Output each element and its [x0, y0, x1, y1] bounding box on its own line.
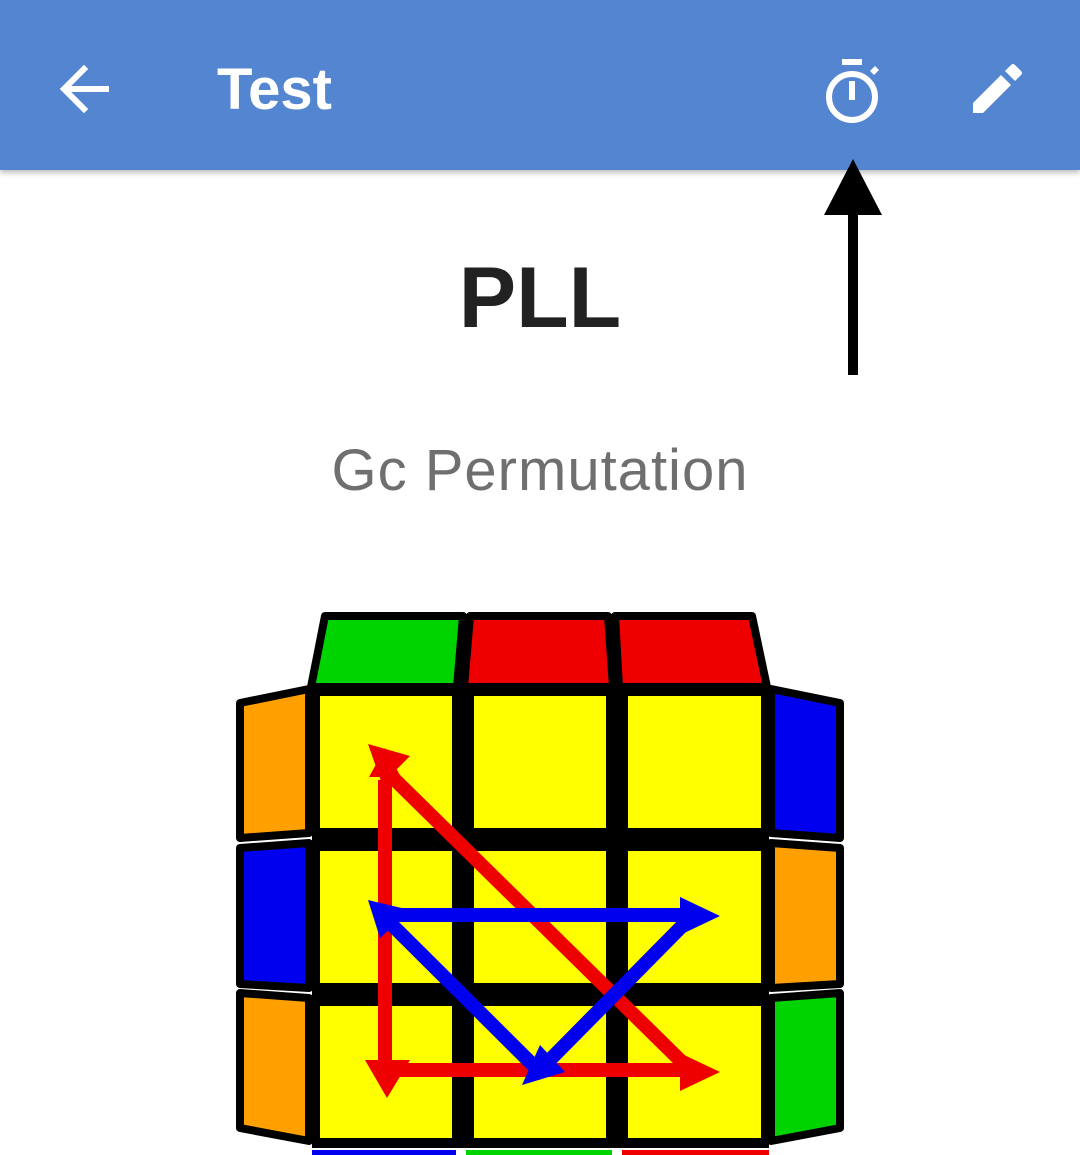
- sticker-face-3: [628, 696, 761, 828]
- arrow-back-icon: [59, 64, 109, 114]
- sticker-face-2: [474, 696, 606, 828]
- pencil-icon: [973, 64, 1022, 113]
- sticker-top-2: [460, 612, 617, 691]
- sticker-left-3: [236, 989, 313, 1145]
- sticker-top-1: [307, 612, 467, 691]
- sticker-bottom-3: [622, 1150, 769, 1155]
- sticker-bottom-2: [466, 1150, 612, 1155]
- cube-diagram: [236, 612, 844, 1155]
- back-button[interactable]: [44, 49, 124, 129]
- sticker-right-1: [767, 685, 844, 842]
- sticker-right-2: [767, 839, 844, 992]
- app-bar-title: Test: [217, 57, 332, 122]
- sticker-right-3: [767, 989, 844, 1145]
- app-bar: Test: [0, 0, 1080, 170]
- sticker-left-1: [236, 685, 313, 842]
- case-name: Gc Permutation: [331, 438, 749, 503]
- case-set-title: PLL: [458, 250, 622, 346]
- sticker-bottom-1: [312, 1150, 456, 1155]
- edit-button[interactable]: [955, 49, 1035, 129]
- stopwatch-icon: [826, 59, 879, 123]
- sticker-left-2: [236, 839, 313, 992]
- timer-button[interactable]: [812, 51, 892, 131]
- sticker-top-3: [611, 612, 771, 691]
